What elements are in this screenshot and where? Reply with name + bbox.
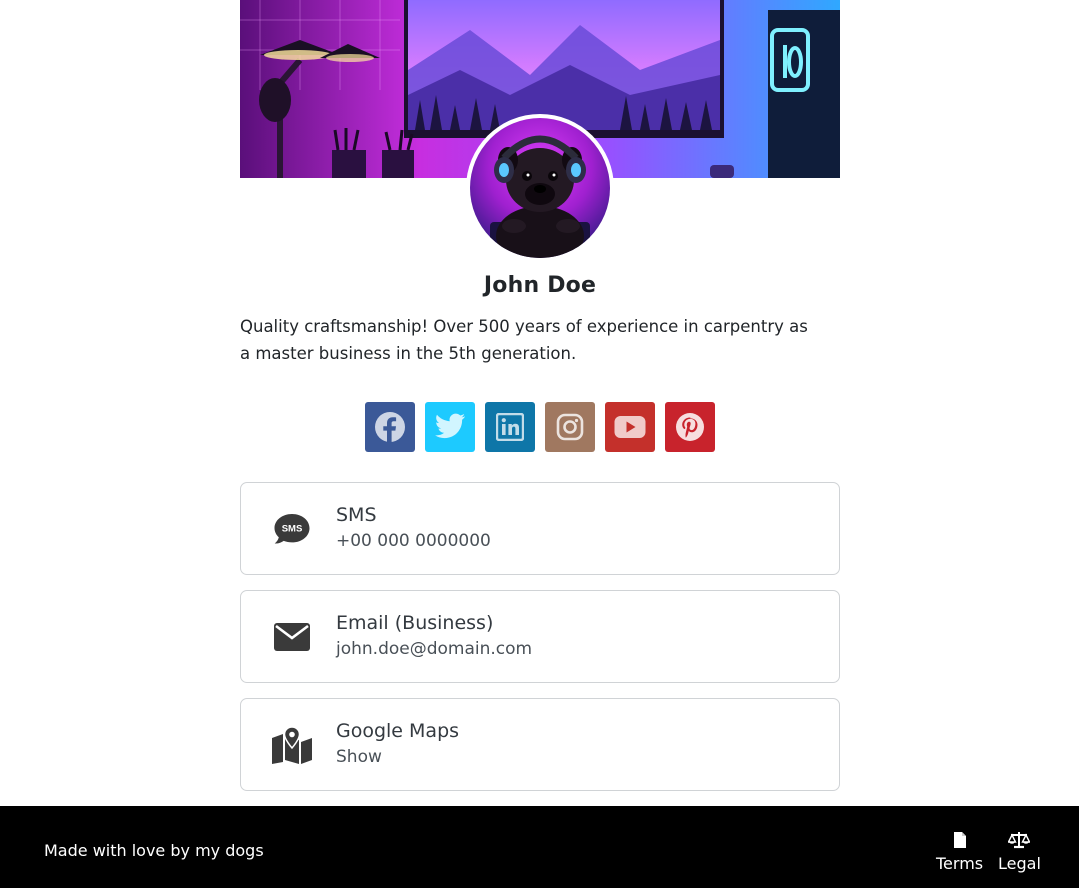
social-links xyxy=(365,402,715,452)
sms-icon: SMS xyxy=(274,513,310,544)
contact-value: +00 000 0000000 xyxy=(336,531,491,551)
facebook-button[interactable] xyxy=(365,402,415,452)
linkedin-button[interactable] xyxy=(485,402,535,452)
legal-link[interactable]: Legal xyxy=(998,828,1041,873)
envelope-icon xyxy=(274,622,310,651)
pinterest-button[interactable] xyxy=(665,402,715,452)
youtube-icon xyxy=(614,416,646,438)
contact-title: SMS xyxy=(336,504,377,526)
contact-value: Show xyxy=(336,747,382,767)
footer: Made with love by my dogs Terms Legal xyxy=(0,806,1079,888)
profile-column: John Doe Quality craftsmanship! Over 500… xyxy=(240,0,840,791)
pinterest-icon xyxy=(676,413,704,441)
twitter-button[interactable] xyxy=(425,402,475,452)
contact-card-email[interactable]: Email (Business) john.doe@domain.com xyxy=(240,590,840,683)
map-icon xyxy=(272,725,312,764)
contact-card-maps[interactable]: Google Maps Show xyxy=(240,698,840,791)
linkedin-icon xyxy=(496,413,524,441)
contact-value: john.doe@domain.com xyxy=(336,639,533,659)
contact-title: Google Maps xyxy=(336,720,460,742)
instagram-icon xyxy=(556,413,584,441)
contact-title: Email (Business) xyxy=(336,612,494,634)
avatar xyxy=(466,114,614,262)
terms-label: Terms xyxy=(936,854,984,873)
footer-credit: Made with love by my dogs xyxy=(44,841,264,860)
avatar-image xyxy=(470,118,610,258)
document-icon xyxy=(953,832,966,848)
facebook-icon xyxy=(375,412,405,442)
legal-label: Legal xyxy=(998,854,1041,873)
profile-page: John Doe Quality craftsmanship! Over 500… xyxy=(0,0,1079,806)
contact-card-sms[interactable]: SMS SMS +00 000 0000000 xyxy=(240,482,840,575)
youtube-button[interactable] xyxy=(605,402,655,452)
instagram-button[interactable] xyxy=(545,402,595,452)
svg-text:SMS: SMS xyxy=(282,523,303,534)
twitter-icon xyxy=(435,413,466,439)
profile-name: John Doe xyxy=(483,273,597,298)
profile-bio: Quality craftsmanship! Over 500 years of… xyxy=(240,317,808,363)
scale-icon xyxy=(1008,832,1031,849)
terms-link[interactable]: Terms xyxy=(936,828,983,873)
